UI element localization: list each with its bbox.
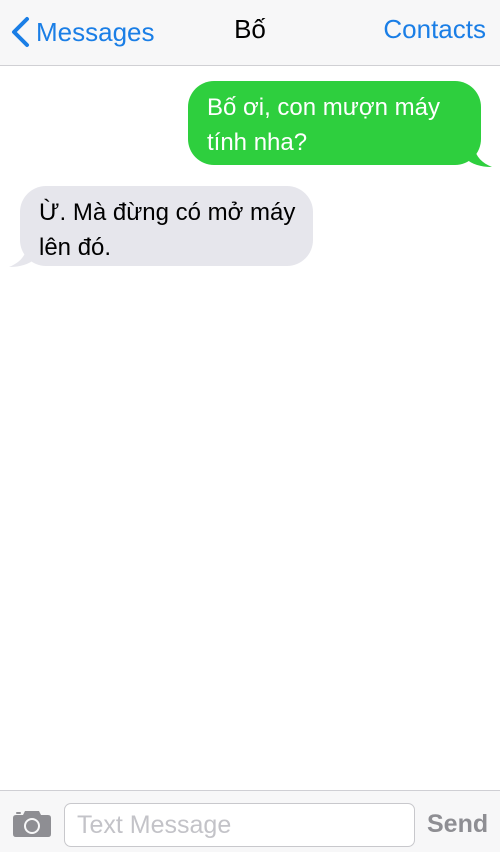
text-message-input[interactable] bbox=[64, 803, 415, 847]
camera-button[interactable] bbox=[12, 808, 52, 838]
back-button[interactable]: Messages bbox=[8, 12, 155, 52]
navigation-bar: Messages Bố Contacts bbox=[0, 0, 500, 66]
camera-icon bbox=[13, 811, 51, 837]
back-button-label: Messages bbox=[36, 16, 155, 47]
send-button[interactable]: Send bbox=[427, 810, 488, 839]
incoming-message-bubble[interactable]: Ừ. Mà đừng có mở máy lên đó. bbox=[20, 186, 313, 266]
conversation-thread: Bố ơi, con mượn máy tính nha? Ừ. Mà đừng… bbox=[0, 67, 500, 790]
chevron-left-icon bbox=[12, 17, 29, 47]
message-input-bar: Send bbox=[0, 790, 500, 852]
contacts-button[interactable]: Contacts bbox=[383, 14, 486, 45]
outgoing-message-bubble[interactable]: Bố ơi, con mượn máy tính nha? bbox=[188, 81, 481, 165]
messages-screen: Messages Bố Contacts Bố ơi, con mượn máy… bbox=[0, 0, 500, 852]
